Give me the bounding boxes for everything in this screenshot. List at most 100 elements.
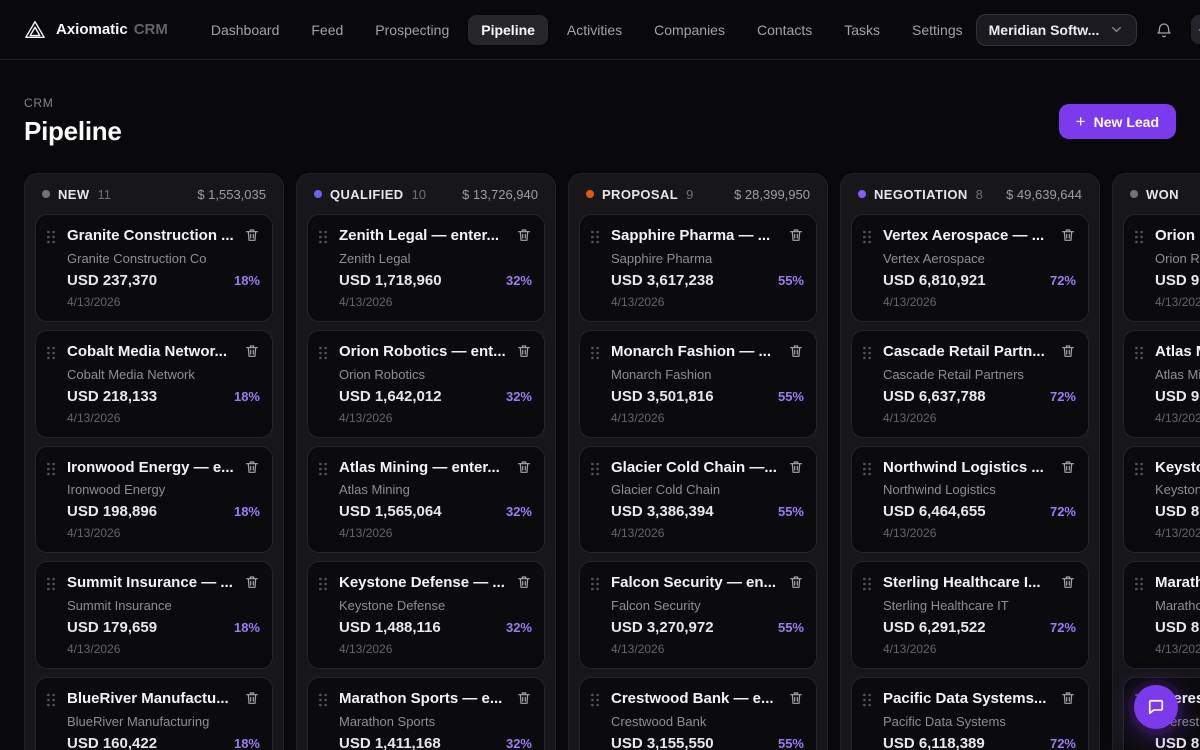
deal-card[interactable]: Marathon Sports — e... Marathon Sports U… [1123, 561, 1200, 669]
delete-button[interactable] [1060, 690, 1076, 706]
card-body: Keystone Defense — ... Keystone Defense … [1155, 459, 1200, 541]
drag-handle-icon[interactable] [862, 343, 874, 425]
deal-card[interactable]: Keystone Defense — ... Keystone Defense … [307, 561, 545, 669]
delete-button[interactable] [516, 227, 532, 243]
deal-card[interactable]: Vertex Aerospace — ... Vertex Aerospace … [851, 214, 1089, 322]
delete-button[interactable] [516, 574, 532, 590]
nav-item[interactable]: Activities [554, 15, 635, 45]
delete-button[interactable] [516, 690, 532, 706]
card-value: USD 237,370 [67, 272, 157, 289]
drag-handle-icon[interactable] [590, 343, 602, 425]
nav-item[interactable]: Dashboard [198, 15, 293, 45]
card-body: Orion Robotics — ent... Orion Robotics U… [339, 343, 532, 425]
card-title: Crestwood Bank — e... [611, 690, 780, 709]
deal-card[interactable]: Sterling Healthcare I... Sterling Health… [851, 561, 1089, 669]
nav-item[interactable]: Settings [899, 15, 976, 45]
delete-button[interactable] [788, 690, 804, 706]
drag-handle-icon[interactable] [318, 690, 330, 750]
card-value: USD 3,501,816 [611, 388, 714, 405]
drag-handle-icon[interactable] [862, 459, 874, 541]
deal-card[interactable]: Crestwood Bank — e... Crestwood Bank USD… [579, 677, 817, 750]
nav-item[interactable]: Tasks [831, 15, 893, 45]
deal-card[interactable]: Orion Robotics — ent... Orion Robotics U… [307, 330, 545, 438]
drag-handle-icon[interactable] [862, 227, 874, 309]
drag-handle-icon[interactable] [862, 574, 874, 656]
card-title: Ironwood Energy — e... [67, 459, 236, 478]
card-company: Falcon Security [611, 598, 804, 613]
delete-button[interactable] [244, 343, 260, 359]
delete-button[interactable] [1060, 574, 1076, 590]
deal-card[interactable]: Pacific Data Systems... Pacific Data Sys… [851, 677, 1089, 750]
delete-button[interactable] [244, 574, 260, 590]
deal-card[interactable]: Falcon Security — en... Falcon Security … [579, 561, 817, 669]
drag-handle-icon[interactable] [1134, 459, 1146, 541]
card-company: Marathon Sports [1155, 598, 1200, 613]
delete-button[interactable] [516, 343, 532, 359]
drag-handle-icon[interactable] [46, 227, 58, 309]
drag-handle-icon[interactable] [46, 574, 58, 656]
delete-button[interactable] [244, 227, 260, 243]
drag-handle-icon[interactable] [590, 690, 602, 750]
card-company: Pacific Data Systems [883, 714, 1076, 729]
org-switcher-button[interactable]: Meridian Softw... [976, 14, 1138, 46]
notifications-button[interactable] [1151, 17, 1177, 43]
theme-toggle-button[interactable] [1191, 15, 1200, 44]
deal-card[interactable]: Glacier Cold Chain —... Glacier Cold Cha… [579, 446, 817, 554]
delete-button[interactable] [1060, 343, 1076, 359]
deal-card[interactable]: Ironwood Energy — e... Ironwood Energy U… [35, 446, 273, 554]
deal-card[interactable]: Cobalt Media Networ... Cobalt Media Netw… [35, 330, 273, 438]
drag-handle-icon[interactable] [590, 459, 602, 541]
deal-card[interactable]: Atlas Mining — enter... Atlas Mining USD… [307, 446, 545, 554]
nav-item[interactable]: Contacts [744, 15, 825, 45]
card-body: Atlas Mining — enter... Atlas Mining USD… [1155, 343, 1200, 425]
drag-handle-icon[interactable] [318, 343, 330, 425]
drag-handle-icon[interactable] [1134, 574, 1146, 656]
delete-button[interactable] [244, 459, 260, 475]
delete-button[interactable] [516, 459, 532, 475]
nav-item[interactable]: Feed [298, 15, 356, 45]
delete-button[interactable] [1060, 459, 1076, 475]
deal-card[interactable]: Granite Construction ... Granite Constru… [35, 214, 273, 322]
pipeline-column: WON Orion Robotics — ent... [1112, 173, 1200, 750]
delete-button[interactable] [788, 574, 804, 590]
card-body: BlueRiver Manufactu... BlueRiver Manufac… [67, 690, 260, 750]
deal-card[interactable]: Keystone Defense — ... Keystone Defense … [1123, 446, 1200, 554]
drag-handle-icon[interactable] [590, 574, 602, 656]
card-probability: 72% [1050, 504, 1076, 519]
drag-handle-icon[interactable] [46, 343, 58, 425]
drag-handle-icon[interactable] [318, 459, 330, 541]
deal-card[interactable]: Cascade Retail Partn... Cascade Retail P… [851, 330, 1089, 438]
drag-handle-icon[interactable] [46, 459, 58, 541]
drag-handle-icon[interactable] [318, 227, 330, 309]
deal-card[interactable]: BlueRiver Manufactu... BlueRiver Manufac… [35, 677, 273, 750]
delete-button[interactable] [788, 343, 804, 359]
delete-button[interactable] [244, 690, 260, 706]
deal-card[interactable]: Sapphire Pharma — ... Sapphire Pharma US… [579, 214, 817, 322]
deal-card[interactable]: Marathon Sports — e... Marathon Sports U… [307, 677, 545, 750]
card-date: 4/13/2026 [883, 295, 1076, 309]
deal-card[interactable]: Monarch Fashion — ... Monarch Fashion US… [579, 330, 817, 438]
chat-fab-button[interactable] [1134, 685, 1178, 729]
nav-item[interactable]: Prospecting [362, 15, 462, 45]
drag-handle-icon[interactable] [862, 690, 874, 750]
delete-button[interactable] [1060, 227, 1076, 243]
deal-card[interactable]: Orion Robotics — ent... Orion Robotics U… [1123, 214, 1200, 322]
new-lead-button[interactable]: + New Lead [1059, 104, 1176, 139]
delete-button[interactable] [788, 227, 804, 243]
drag-handle-icon[interactable] [1134, 227, 1146, 309]
drag-handle-icon[interactable] [46, 690, 58, 750]
drag-handle-icon[interactable] [318, 574, 330, 656]
delete-button[interactable] [788, 459, 804, 475]
trash-icon [244, 343, 260, 359]
deal-card[interactable]: Summit Insurance — ... Summit Insurance … [35, 561, 273, 669]
drag-handle-icon[interactable] [590, 227, 602, 309]
card-company: Northwind Logistics [883, 482, 1076, 497]
deal-card[interactable]: Northwind Logistics ... Northwind Logist… [851, 446, 1089, 554]
deal-card[interactable]: Zenith Legal — enter... Zenith Legal USD… [307, 214, 545, 322]
drag-handle-icon[interactable] [1134, 343, 1146, 425]
card-company: Orion Robotics [1155, 251, 1200, 266]
nav-item[interactable]: Pipeline [468, 15, 548, 45]
nav-item[interactable]: Companies [641, 15, 738, 45]
deal-card[interactable]: Atlas Mining — enter... Atlas Mining USD… [1123, 330, 1200, 438]
pipeline-column: PROPOSAL 9 $ 28,399,950 Sapphire Pharma … [568, 173, 828, 750]
